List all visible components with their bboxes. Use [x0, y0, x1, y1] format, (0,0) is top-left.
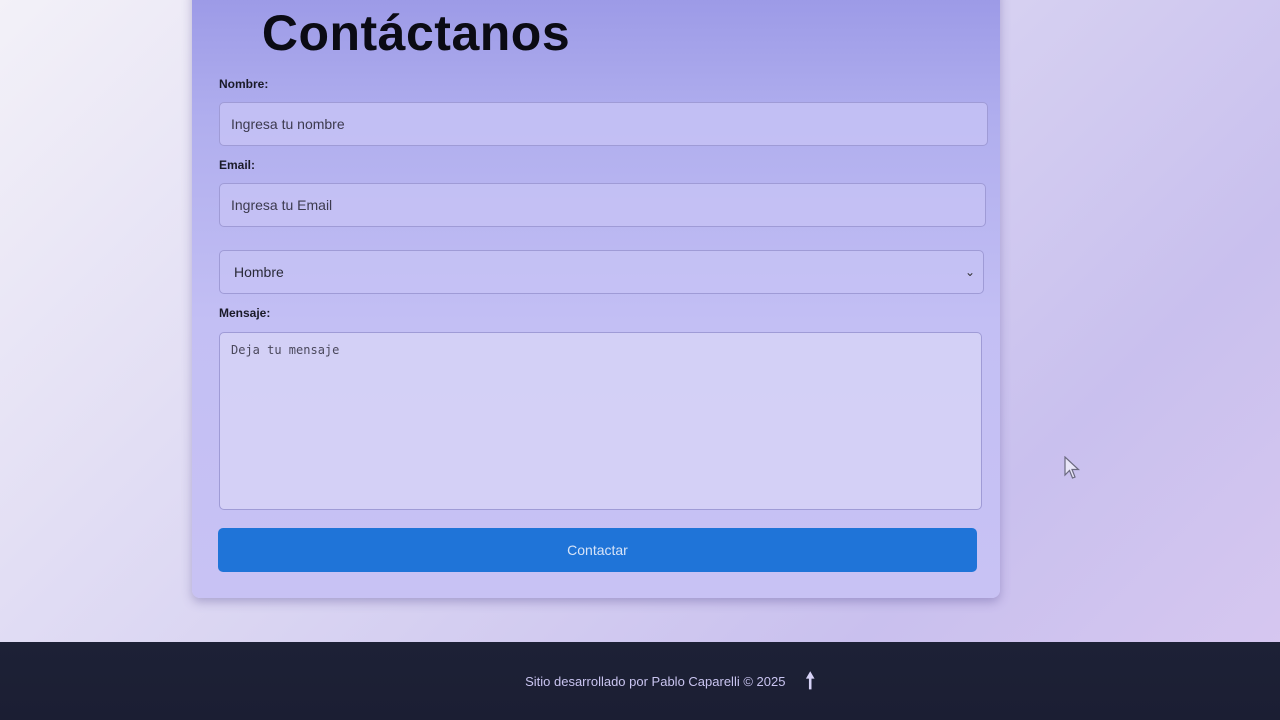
footer: Sitio desarrollado por Pablo Caparelli ©… — [0, 642, 1280, 720]
page-content: Contáctanos Nombre: Email: Hombre ⌄ Mens… — [0, 0, 1280, 642]
name-input[interactable] — [219, 102, 988, 146]
footer-credit: Sitio desarrollado por Pablo Caparelli ©… — [525, 673, 786, 689]
name-label: Nombre: — [219, 77, 269, 91]
up-arrow-icon[interactable]: 🠕 — [805, 670, 814, 692]
chevron-down-icon: ⌄ — [964, 265, 975, 279]
message-textarea[interactable] — [219, 332, 982, 510]
email-label: Email: — [219, 158, 256, 172]
mouse-cursor-icon — [1064, 456, 1081, 479]
gender-select[interactable]: Hombre ⌄ — [219, 250, 984, 294]
gender-select-value: Hombre — [234, 264, 284, 280]
contact-submit-button[interactable]: Contactar — [218, 528, 977, 572]
message-label: Mensaje: — [219, 306, 271, 320]
form-title: Contáctanos — [261, 5, 571, 61]
email-input[interactable] — [219, 183, 986, 227]
